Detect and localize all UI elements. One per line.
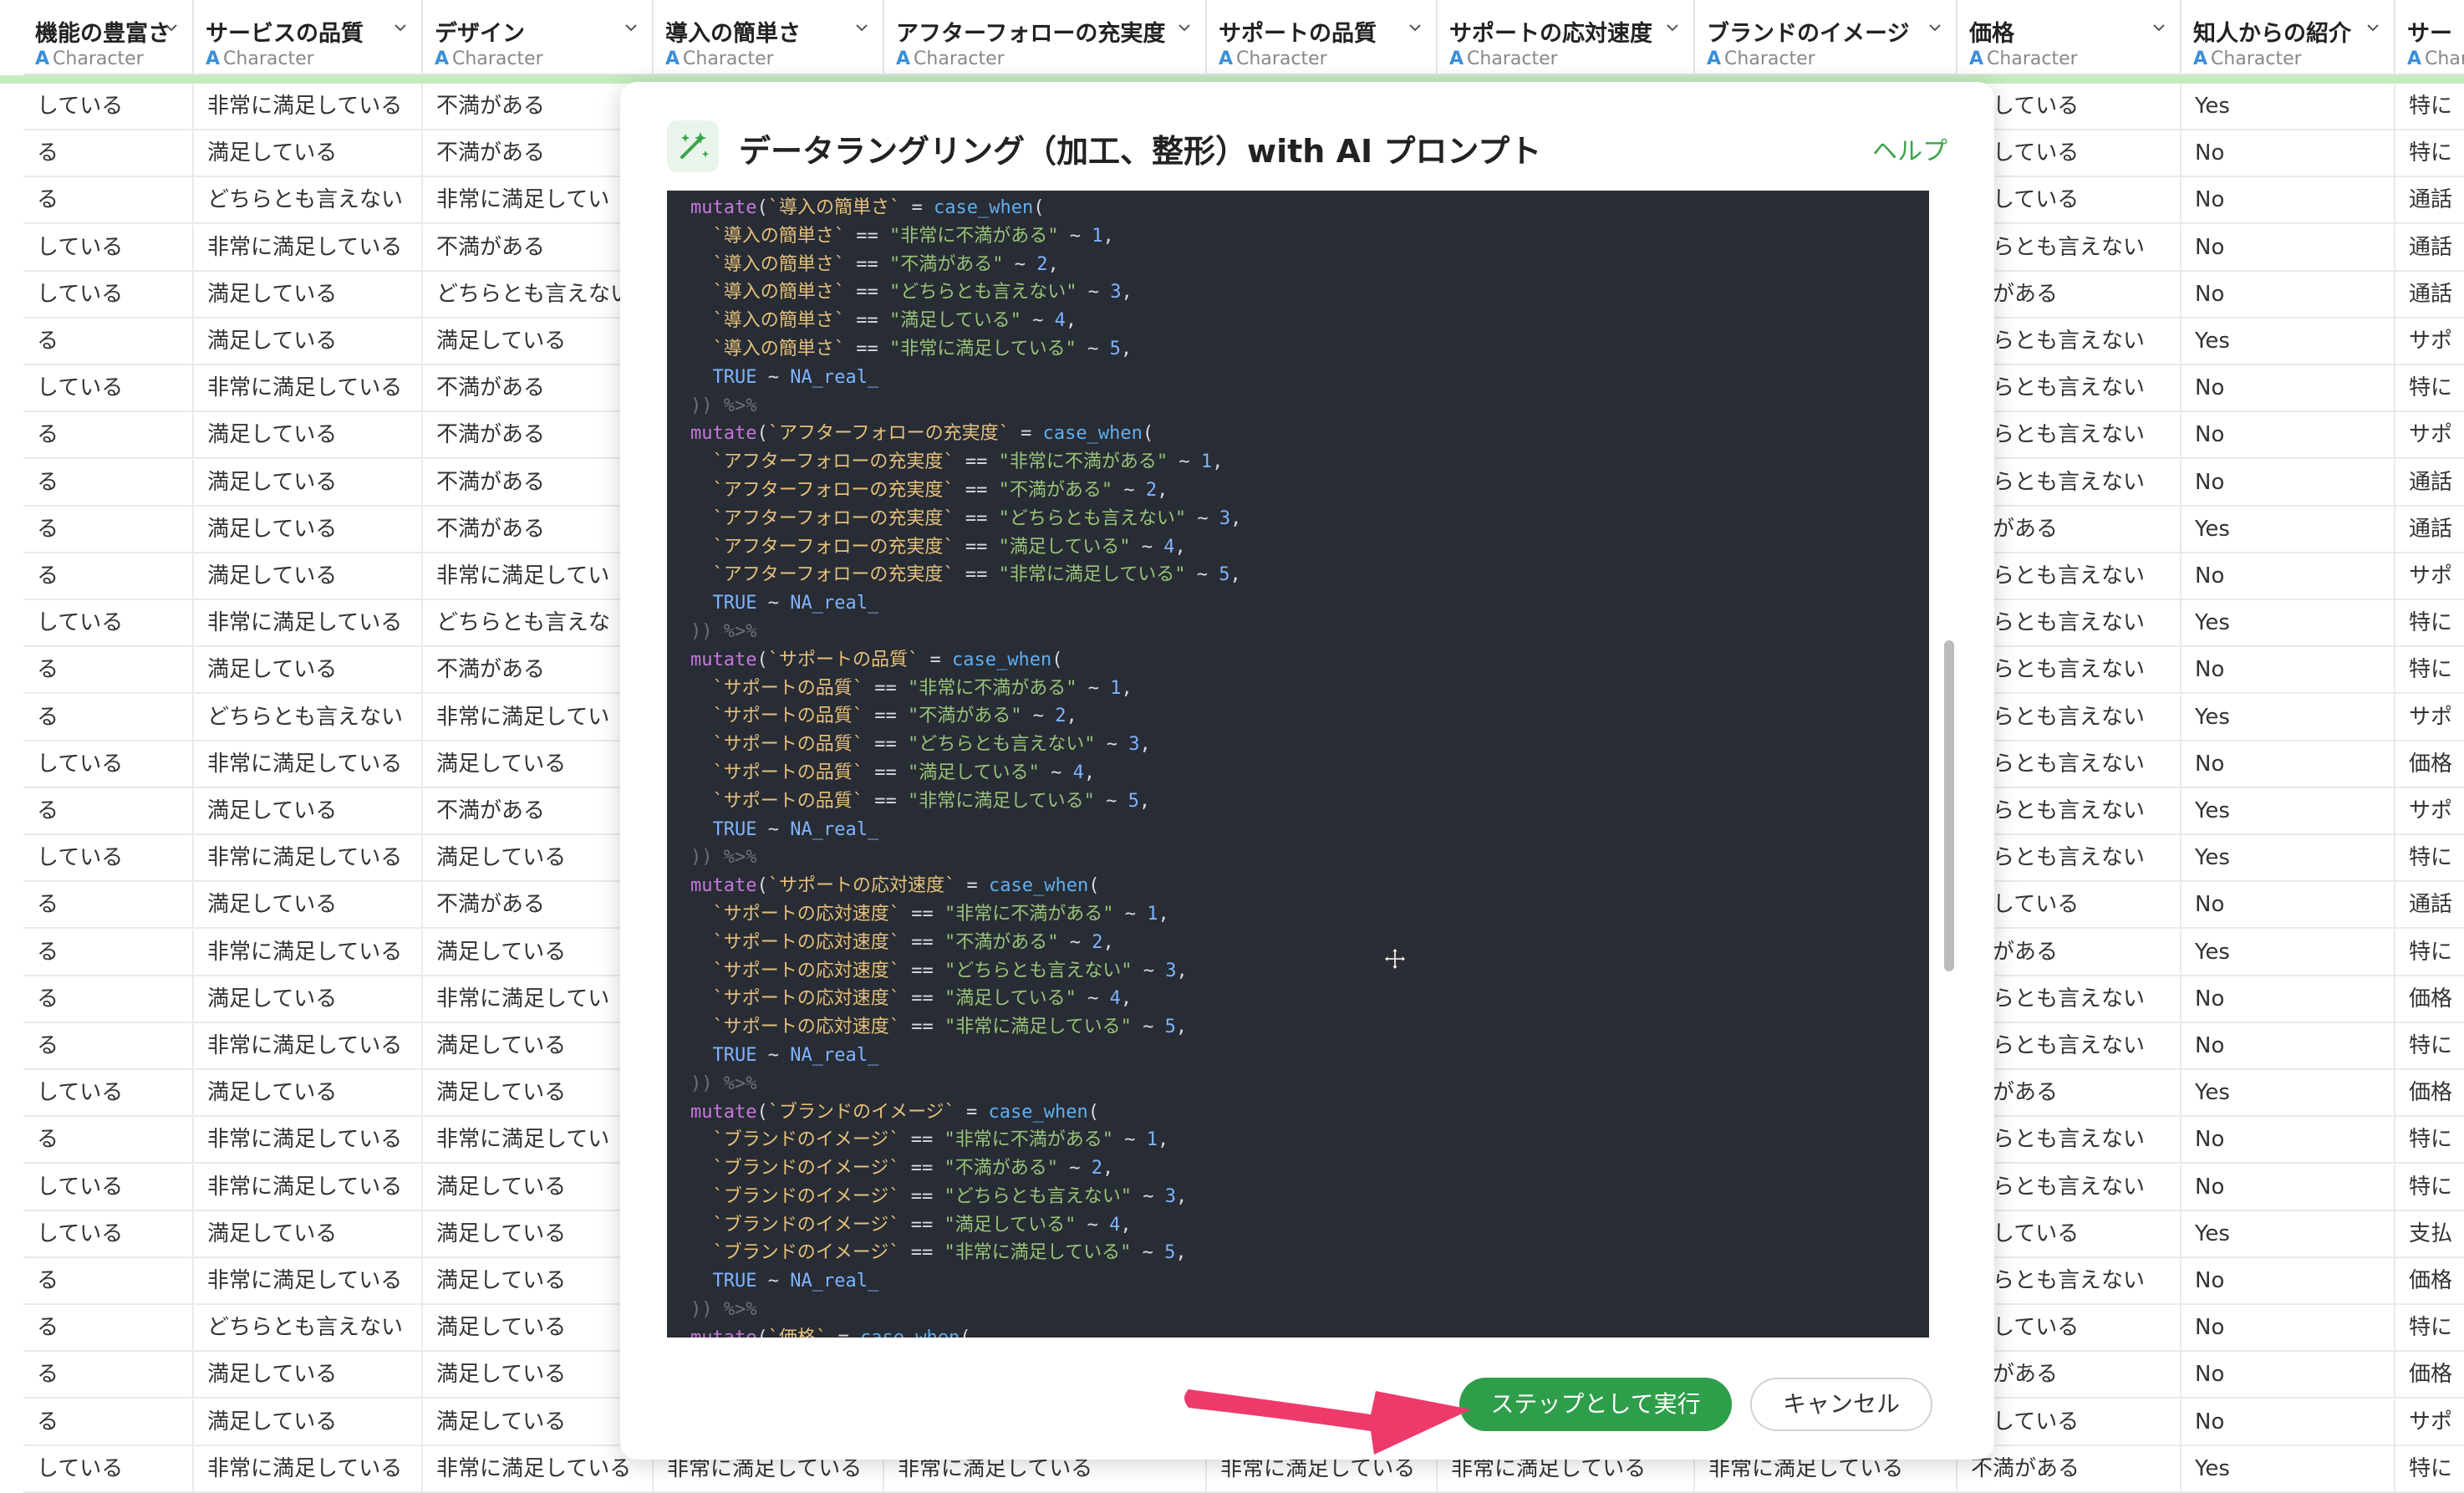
code-line: `サポートの応対速度` == "不満がある" ~ 2, [712, 931, 1114, 953]
code-line: `アフターフォローの充実度` == "不満がある" ~ 2, [712, 479, 1168, 501]
code-line: `導入の簡単さ` == "不満がある" ~ 2, [712, 253, 1059, 275]
code-line: )) %>% [690, 395, 757, 416]
code-line: `ブランドのイメージ` == "不満がある" ~ 2, [712, 1158, 1114, 1180]
code-line: `サポートの品質` == "どちらとも言えない" ~ 3, [712, 734, 1151, 756]
code-line: )) %>% [690, 620, 757, 642]
cancel-button[interactable]: キャンセル [1750, 1378, 1932, 1431]
code-line: mutate(`アフターフォローの充実度` = case_when( [690, 423, 1154, 445]
modal-overlay: データラングリング（加工、整形）with AI プロンプト ヘルプ mutate… [0, 0, 2464, 1483]
code-line: `ブランドのイメージ` == "非常に不満がある" ~ 1, [712, 1129, 1169, 1151]
code-line: mutate(`価格` = case_when( [690, 1324, 1241, 1338]
code-line: `サポートの応対速度` == "満足している" ~ 4, [712, 988, 1133, 1010]
code-line: )) %>% [690, 1073, 757, 1094]
code-line: `アフターフォローの充実度` == "満足している" ~ 4, [712, 536, 1186, 558]
code-editor[interactable]: mutate(`導入の簡単さ` = case_when( `導入の簡単さ` ==… [667, 191, 1929, 1338]
code-line: TRUE ~ NA_real_ [712, 1271, 879, 1292]
magic-wand-icon [667, 120, 719, 172]
code-line: )) %>% [690, 847, 757, 869]
code-line: )) %>% [690, 1299, 757, 1321]
code-line: `サポートの品質` == "不満がある" ~ 2, [712, 706, 1077, 727]
move-cursor-icon [1382, 946, 1408, 971]
code-line: `サポートの品質` == "非常に不満がある" ~ 1, [712, 677, 1133, 699]
code-line: `サポートの応対速度` == "非常に満足している" ~ 5, [712, 1017, 1188, 1038]
code-line: `サポートの応対速度` == "非常に不満がある" ~ 1, [712, 903, 1169, 925]
code-line: mutate(`サポートの応対速度` = case_when( [690, 875, 1100, 897]
code-line: `サポートの品質` == "満足している" ~ 4, [712, 762, 1096, 783]
code-line: `アフターフォローの充実度` == "非常に不満がある" ~ 1, [712, 451, 1224, 473]
code-line: mutate(`ブランドのイメージ` = case_when( [690, 1101, 1100, 1123]
code-scrollbar[interactable] [1944, 640, 1954, 971]
code-line: `アフターフォローの充実度` == "非常に満足している" ~ 5, [712, 564, 1241, 586]
code-line: `サポートの品質` == "非常に満足している" ~ 5, [712, 790, 1151, 812]
code-line: `導入の簡単さ` == "満足している" ~ 4, [712, 310, 1077, 332]
help-link[interactable]: ヘルプ [1872, 130, 1947, 167]
code-line: `導入の簡単さ` == "非常に満足している" ~ 5, [712, 338, 1133, 359]
code-line: TRUE ~ NA_real_ [712, 593, 879, 614]
ai-prompt-dialog: データラングリング（加工、整形）with AI プロンプト ヘルプ mutate… [620, 82, 1994, 1460]
code-line: TRUE ~ NA_real_ [712, 1044, 879, 1066]
code-line: `導入の簡単さ` == "非常に不満がある" ~ 1, [712, 225, 1114, 247]
run-as-step-button[interactable]: ステップとして実行 [1459, 1378, 1732, 1431]
code-line: `ブランドのイメージ` == "非常に満足している" ~ 5, [712, 1242, 1187, 1264]
code-line: TRUE ~ NA_real_ [712, 818, 879, 840]
code-line: `ブランドのイメージ` == "どちらとも言えない" ~ 3, [712, 1185, 1188, 1207]
code-line: `導入の簡単さ` == "どちらとも言えない" ~ 3, [712, 282, 1133, 303]
code-line: `サポートの応対速度` == "どちらとも言えない" ~ 3, [712, 960, 1188, 981]
dialog-title: データラングリング（加工、整形）with AI プロンプト [739, 133, 1542, 170]
code-line: mutate(`導入の簡単さ` = case_when( [690, 197, 1045, 218]
code-line: TRUE ~ NA_real_ [712, 366, 879, 388]
code-lines: mutate(`導入の簡単さ` = case_when( `導入の簡単さ` ==… [690, 194, 1241, 1338]
code-line: mutate(`サポートの品質` = case_when( [690, 649, 1063, 670]
code-line: `ブランドのイメージ` == "満足している" ~ 4, [712, 1214, 1132, 1236]
code-line: `アフターフォローの充実度` == "どちらとも言えない" ~ 3, [712, 507, 1242, 529]
